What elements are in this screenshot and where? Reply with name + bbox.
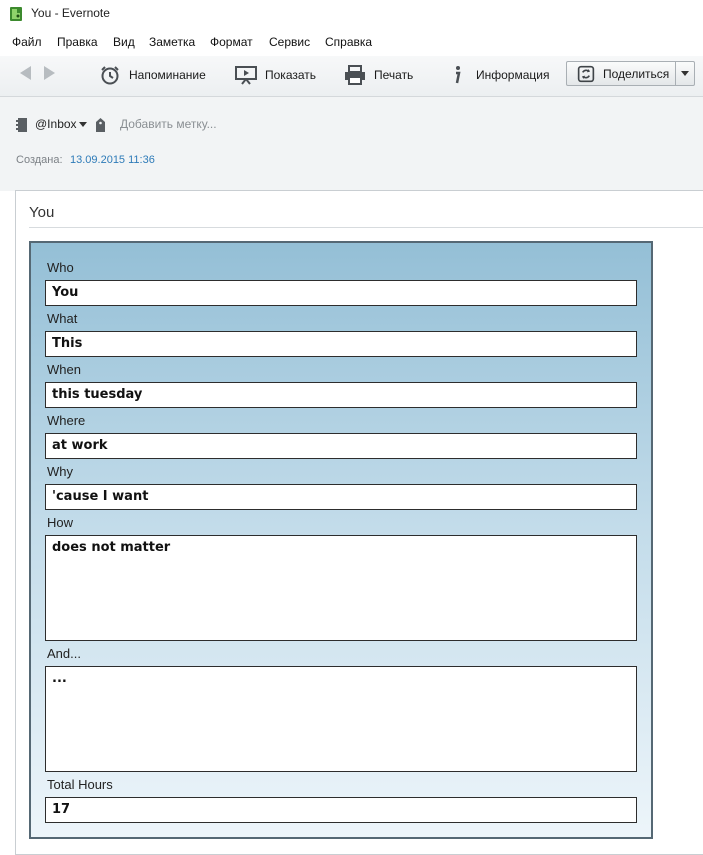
tag-icon (96, 118, 105, 132)
menu-note[interactable]: Заметка (149, 35, 195, 49)
created-date: 13.09.2015 11:36 (70, 154, 155, 166)
field-value-how: does not matter (52, 540, 171, 555)
window-titlebar: You - Evernote (0, 0, 703, 28)
field-label-how: How (47, 515, 74, 530)
info-label: Информация (476, 68, 550, 82)
evernote-logo-icon (10, 7, 22, 21)
print-label: Печать (374, 68, 414, 82)
field-how[interactable]: does not matter (45, 535, 637, 641)
field-value-why: 'cause I want (52, 489, 149, 504)
toolbar: Напоминание Показать Печать Информация П… (0, 56, 703, 97)
notebook-icon (16, 118, 27, 132)
printer-icon (345, 65, 365, 85)
field-who[interactable]: You (45, 280, 637, 306)
add-tag-input[interactable]: Добавить метку... (120, 117, 217, 131)
field-label-who: Who (47, 260, 74, 275)
menu-help[interactable]: Справка (325, 35, 372, 49)
field-label-total-hours: Total Hours (47, 777, 113, 792)
field-value-and: ... (52, 671, 67, 686)
share-label: Поделиться (603, 66, 670, 81)
note-title[interactable]: You (29, 204, 54, 221)
note-meta-area (0, 97, 703, 191)
field-value-what: This (52, 336, 83, 351)
back-arrow-icon[interactable] (20, 66, 31, 80)
share-button-group: Поделиться (566, 61, 695, 86)
menu-edit[interactable]: Правка (57, 35, 98, 49)
field-what[interactable]: This (45, 331, 637, 357)
field-value-total-hours: 17 (52, 802, 71, 817)
chevron-down-icon[interactable] (676, 62, 694, 85)
present-label: Показать (265, 68, 317, 82)
field-value-when: this tuesday (52, 387, 143, 402)
notebook-dropdown-icon[interactable] (79, 122, 87, 127)
field-value-where: at work (52, 438, 108, 453)
field-where[interactable]: at work (45, 433, 637, 459)
field-when[interactable]: this tuesday (45, 382, 637, 408)
reminder-label: Напоминание (129, 68, 206, 82)
share-button[interactable]: Поделиться (567, 62, 675, 85)
forward-arrow-icon[interactable] (44, 66, 55, 80)
print-button[interactable]: Печать (344, 64, 413, 86)
menu-bar: Файл Правка Вид Заметка Формат Сервис Сп… (0, 30, 703, 52)
present-button[interactable]: Показать (235, 64, 316, 86)
notebook-selector[interactable]: @Inbox (35, 117, 77, 131)
title-divider (29, 227, 703, 228)
field-label-where: Where (47, 413, 86, 428)
menu-view[interactable]: Вид (113, 35, 135, 49)
field-label-why: Why (47, 464, 73, 479)
field-why[interactable]: 'cause I want (45, 484, 637, 510)
field-label-what: What (47, 311, 78, 326)
created-label: Создана: (16, 154, 63, 166)
menu-file[interactable]: Файл (12, 35, 42, 49)
reminder-button[interactable]: Напоминание (99, 64, 206, 86)
field-label-and: And... (47, 646, 81, 661)
field-label-when: When (47, 362, 81, 377)
window-title: You - Evernote (31, 6, 110, 20)
menu-format[interactable]: Формат (210, 35, 253, 49)
field-total-hours[interactable]: 17 (45, 797, 637, 823)
info-icon (455, 66, 461, 84)
presentation-icon (235, 66, 257, 85)
field-value-who: You (52, 285, 79, 300)
share-sync-icon (577, 65, 595, 82)
menu-tools[interactable]: Сервис (269, 35, 310, 49)
field-and[interactable]: ... (45, 666, 637, 772)
alarm-clock-icon (101, 66, 119, 85)
info-button[interactable]: Информация (446, 64, 549, 86)
